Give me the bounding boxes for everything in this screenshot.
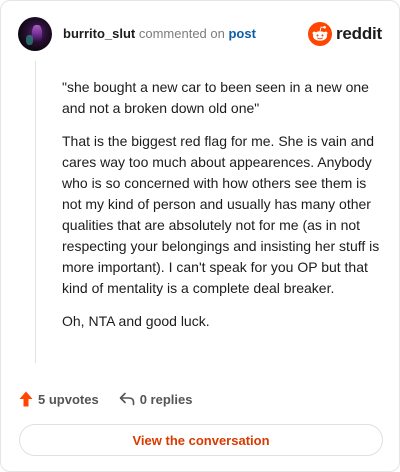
upvotes-count: 5 upvotes xyxy=(38,391,99,407)
view-conversation-button[interactable]: View the conversation xyxy=(19,424,383,456)
comment-body: "she bought a new car to been seen in a … xyxy=(62,77,384,344)
reddit-snoo-icon xyxy=(307,22,332,46)
embedded-comment-card: burrito_slut commented on post reddit "s… xyxy=(0,0,400,472)
action-text: commented on xyxy=(138,26,225,41)
reply-arrow-icon xyxy=(119,392,134,406)
comment-actions: 5 upvotes 0 replies xyxy=(19,389,192,409)
thread-line xyxy=(35,61,36,363)
comment-meta: burrito_slut commented on post xyxy=(63,26,256,42)
comment-paragraph: That is the biggest red flag for me. She… xyxy=(62,133,380,296)
comment-paragraph: Oh, NTA and good luck. xyxy=(62,313,210,329)
brand-name: reddit xyxy=(335,24,382,43)
comment-header: burrito_slut commented on post reddit xyxy=(18,15,382,53)
upvote-button[interactable]: 5 upvotes xyxy=(19,391,99,407)
replies-count: 0 replies xyxy=(139,391,193,407)
comment-paragraph: "she bought a new car to been seen in a … xyxy=(62,79,369,116)
arrow-up-icon xyxy=(19,391,33,407)
avatar[interactable] xyxy=(18,17,52,51)
replies-button[interactable]: 0 replies xyxy=(119,391,193,407)
reddit-brand-link[interactable]: reddit xyxy=(307,22,382,46)
post-link[interactable]: post xyxy=(228,26,255,41)
username-link[interactable]: burrito_slut xyxy=(63,26,135,41)
